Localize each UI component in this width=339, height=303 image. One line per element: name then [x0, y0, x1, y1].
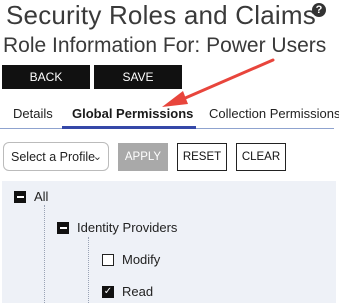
profile-select[interactable]: Select a Profile ⌄: [3, 142, 109, 171]
page-subtitle: Role Information For: Power Users: [3, 34, 327, 57]
tab-global-permissions[interactable]: Global Permissions: [72, 106, 193, 121]
tab-collection-permissions[interactable]: Collection Permissions: [209, 106, 339, 121]
permission-read[interactable]: ✓ Read: [102, 284, 153, 299]
reset-button[interactable]: RESET: [177, 143, 227, 171]
apply-button[interactable]: APPLY: [118, 143, 168, 171]
active-tab-indicator: [62, 126, 196, 129]
tab-details[interactable]: Details: [13, 106, 53, 121]
tree-node-label: All: [34, 189, 49, 204]
collapse-icon[interactable]: [57, 221, 69, 234]
tree-node-identity-providers[interactable]: Identity Providers: [57, 220, 177, 235]
chevron-down-icon: ⌄: [92, 151, 102, 163]
tree-node-label: Identity Providers: [77, 220, 178, 235]
permission-modify[interactable]: Modify: [102, 252, 160, 267]
read-checkbox[interactable]: ✓: [102, 285, 114, 298]
back-button[interactable]: BACK: [2, 65, 90, 89]
save-button[interactable]: SAVE: [94, 65, 182, 89]
permissions-tree: All Identity Providers Modify ✓ Read: [2, 181, 336, 303]
tree-guide-line: [44, 205, 45, 303]
permission-label: Read: [122, 284, 154, 299]
page-title: Security Roles and Claims: [6, 0, 316, 30]
modify-checkbox[interactable]: [102, 253, 114, 266]
permission-label: Modify: [122, 252, 161, 267]
clear-button[interactable]: CLEAR: [236, 143, 286, 171]
tree-guide-line: [88, 237, 89, 303]
collapse-icon[interactable]: [14, 190, 26, 203]
profile-select-value: Select a Profile: [11, 149, 96, 164]
tree-node-all[interactable]: All: [14, 189, 48, 204]
help-icon[interactable]: ?: [312, 3, 326, 17]
